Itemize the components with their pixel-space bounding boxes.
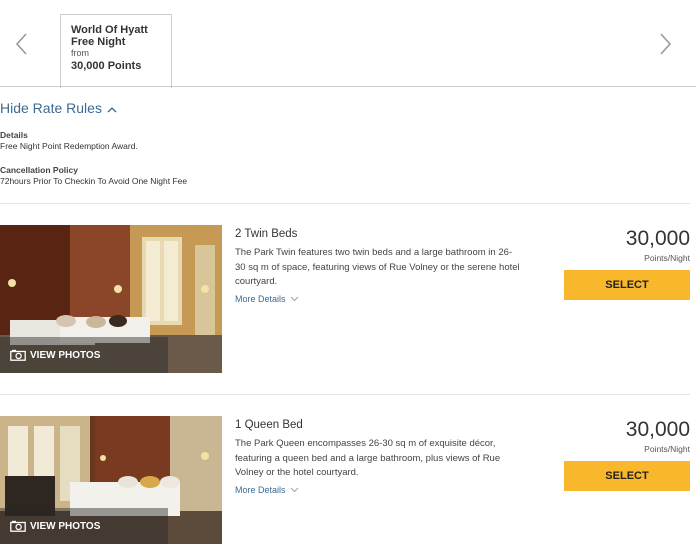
room-row-queen: VIEW PHOTOS 1 Queen Bed The Park Queen e… [0,416,696,560]
room-divider [0,394,690,395]
price-unit: Points/Night [644,444,690,454]
cancellation-heading: Cancellation Policy [0,165,78,175]
rate-tab-world-of-hyatt[interactable]: World Of Hyatt Free Night from 30,000 Po… [60,14,172,88]
rate-tab-from-label: from [71,48,89,58]
room-price: 30,000 Points/Night [626,225,690,263]
room-photo[interactable]: VIEW PHOTOS [0,416,222,544]
hide-rate-rules-toggle[interactable]: Hide Rate Rules [0,100,117,116]
chevron-left-icon [15,33,27,55]
section-divider [0,203,690,204]
room-title: 1 Queen Bed [235,419,303,431]
room-description: The Park Queen encompasses 26-30 sq m of… [235,438,501,478]
details-heading: Details [0,130,28,140]
view-photos-label: VIEW PHOTOS [30,520,101,532]
price-amount: 30,000 [625,227,690,250]
chevron-up-icon [107,106,117,112]
select-room-button[interactable]: SELECT [564,270,690,300]
rate-tab-name-line1: World Of Hyatt [71,24,148,36]
cancellation-policy: Cancellation Policy 72hours Prior To Che… [0,165,187,187]
camera-icon [10,349,26,361]
cancellation-text: 72hours Prior To Checkin To Avoid One Ni… [0,176,188,186]
room-title: 2 Twin Beds [235,228,298,240]
rate-carousel: World Of Hyatt Free Night from 30,000 Po… [0,0,696,88]
room-description: The Park Twin features two twin beds and… [235,247,520,287]
room-photo[interactable]: VIEW PHOTOS [0,225,222,373]
rate-rules-toggle-label: Hide Rate Rules [0,100,102,116]
more-details-label: More Details [235,485,286,495]
price-unit: Points/Night [644,253,690,263]
room-price: 30,000 Points/Night [626,416,690,454]
select-room-button[interactable]: SELECT [564,461,690,491]
view-photos-label: VIEW PHOTOS [30,349,101,361]
rate-tab-name-line2: Free Night [71,36,126,48]
rate-tab-price: 30,000 Points [71,60,142,72]
price-amount: 30,000 [625,418,690,441]
more-details-link[interactable]: More Details [235,294,299,304]
view-photos-button[interactable]: VIEW PHOTOS [0,337,168,373]
view-photos-button[interactable]: VIEW PHOTOS [0,508,168,544]
rate-details: Details Free Night Point Redemption Awar… [0,130,138,152]
chevron-right-icon [660,33,672,55]
more-details-label: More Details [235,294,286,304]
details-text: Free Night Point Redemption Award. [0,141,138,151]
room-row-twin: VIEW PHOTOS 2 Twin Beds The Park Twin fe… [0,225,696,375]
previous-rate-button[interactable] [12,32,32,56]
chevron-down-icon [290,296,298,302]
chevron-down-icon [290,487,298,493]
next-rate-button[interactable] [655,32,675,56]
more-details-link[interactable]: More Details [235,485,299,495]
tab-baseline-divider [0,86,696,87]
camera-icon [10,520,26,532]
